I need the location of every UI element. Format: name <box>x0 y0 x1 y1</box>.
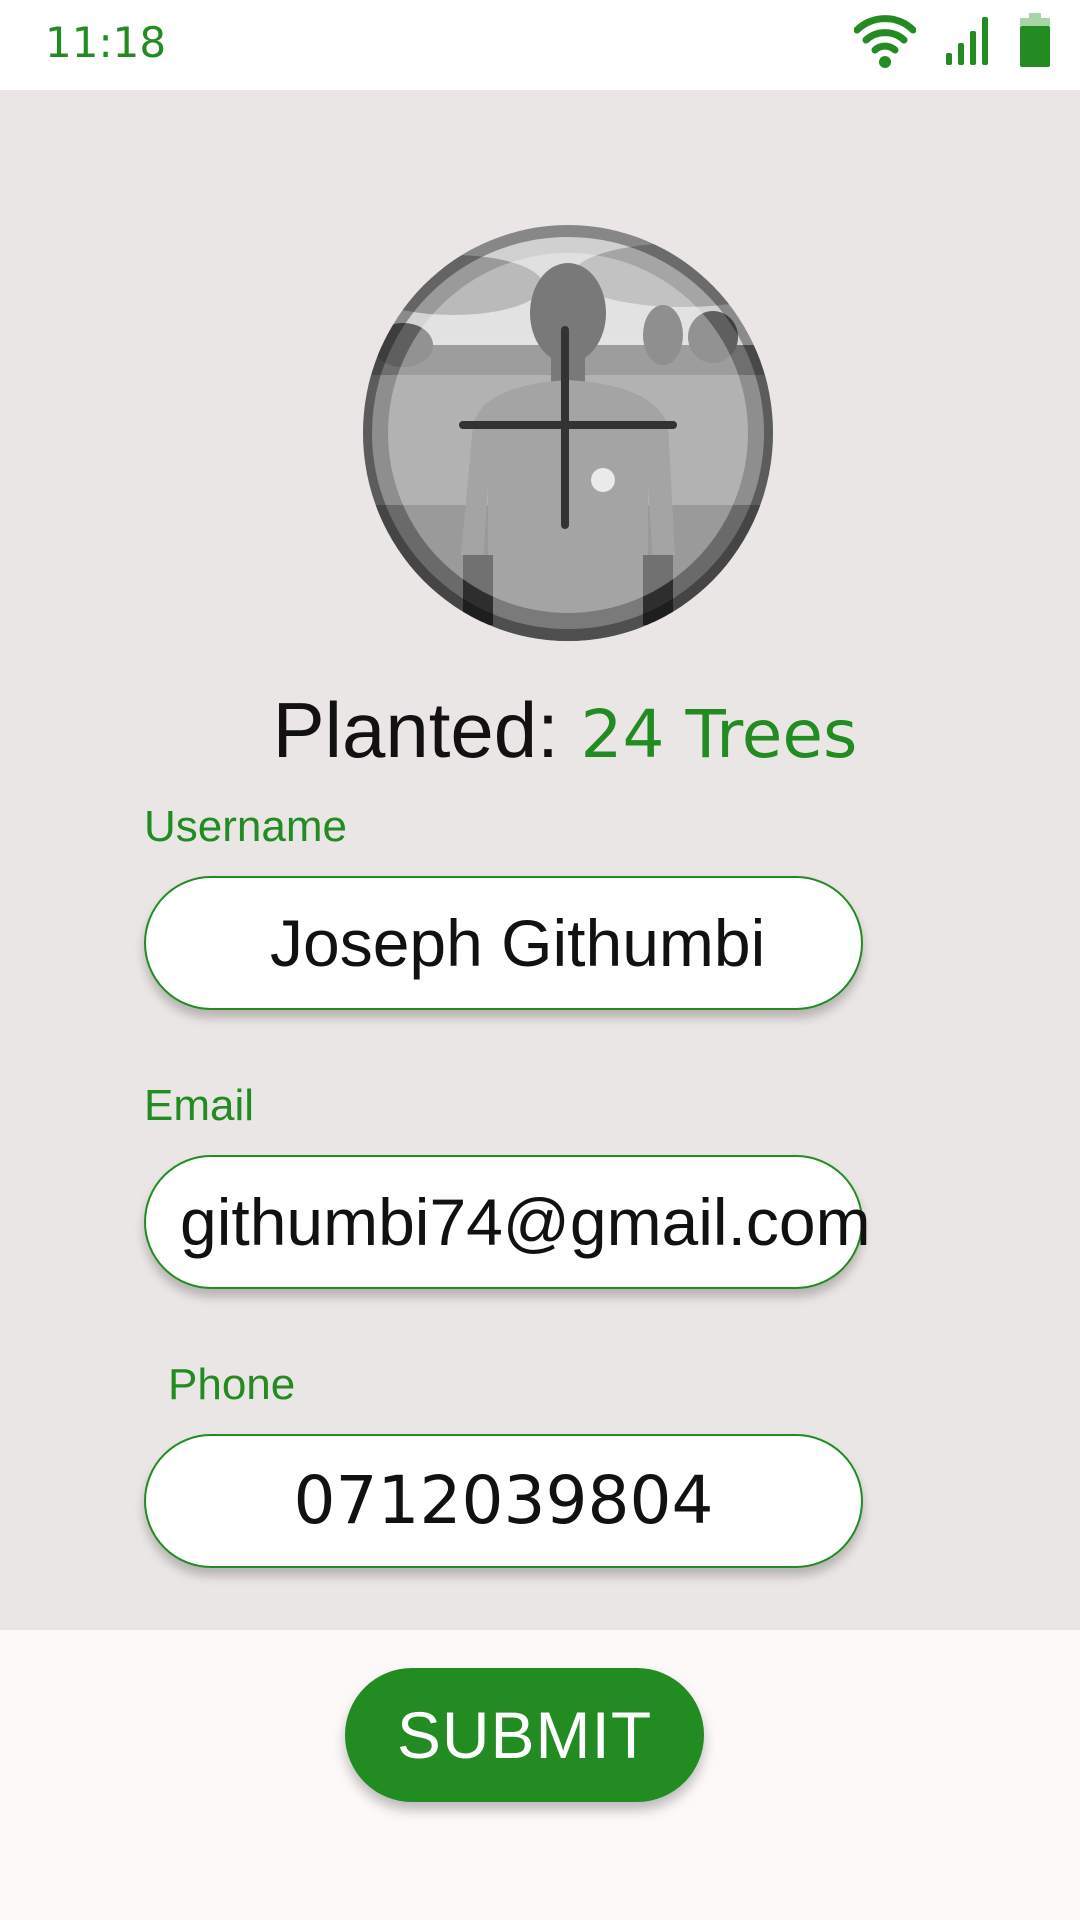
phone-label: Phone <box>168 1360 296 1409</box>
battery-icon <box>1020 13 1050 67</box>
planted-label: Planted: <box>272 686 559 774</box>
planted-count: 24 Trees <box>580 696 858 773</box>
username-label: Username <box>144 802 347 851</box>
email-label: Email <box>144 1081 255 1130</box>
cellular-signal-icon <box>944 15 992 65</box>
username-value: Joseph Githumbi <box>270 906 766 980</box>
phone-field[interactable]: 0712039804 <box>144 1434 863 1568</box>
wifi-icon <box>854 12 916 68</box>
email-value: githumbi74@gmail.com <box>180 1185 871 1259</box>
email-field[interactable]: githumbi74@gmail.com <box>144 1155 871 1289</box>
planted-summary: Planted: 24 Trees <box>0 685 1080 780</box>
status-icons <box>854 12 1050 68</box>
submit-button[interactable]: SUBMIT <box>345 1668 704 1802</box>
status-time: 11:18 <box>45 18 167 67</box>
phone-value: 0712039804 <box>293 1462 714 1539</box>
username-field[interactable]: Joseph Githumbi <box>144 876 863 1010</box>
profile-avatar[interactable] <box>363 225 773 641</box>
status-bar: 11:18 <box>0 0 1080 90</box>
